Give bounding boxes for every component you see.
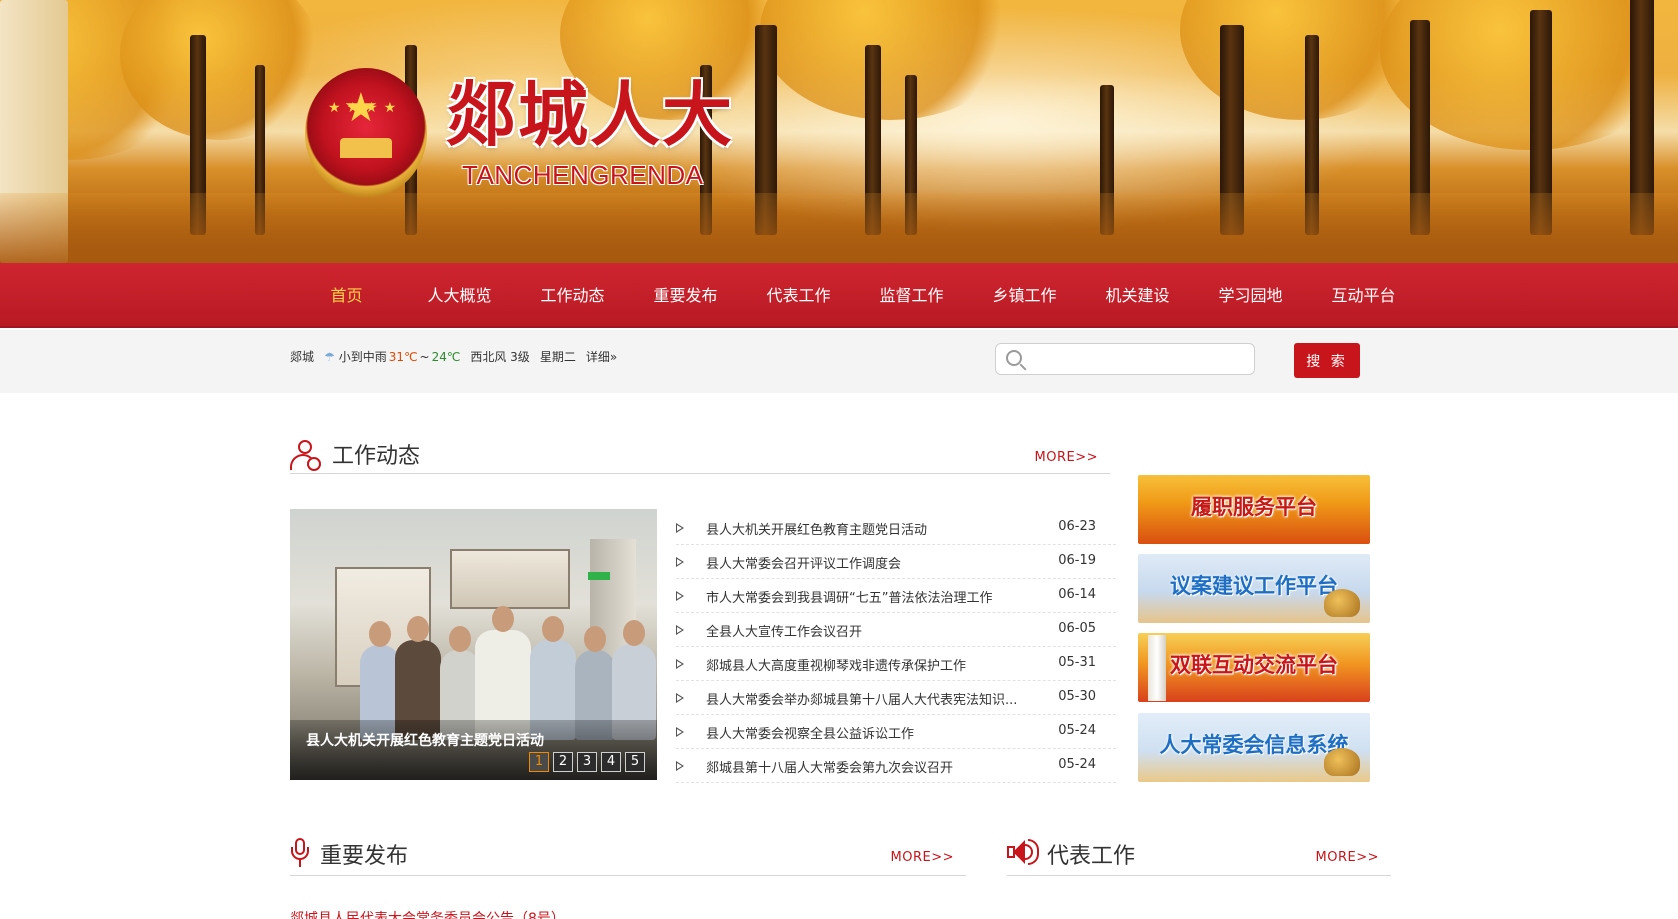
news-date: 06-23 xyxy=(1058,519,1096,534)
weather-temp-high: 31℃ xyxy=(388,349,418,364)
stone-lion-icon xyxy=(1324,589,1360,617)
news-title[interactable]: 郯城县第十八届人大常委会第九次会议召开 xyxy=(706,757,1026,776)
news-date: 06-14 xyxy=(1058,587,1096,602)
slideshow-page-1[interactable]: 1 xyxy=(529,752,549,772)
platform-tile-duty-service[interactable]: 履职服务平台 xyxy=(1138,475,1370,544)
work-news-list: 县人大机关开展红色教育主题党日活动 06-23 县人大常委会召开评议工作调度会 … xyxy=(676,511,1116,783)
work-news-more-link[interactable]: MORE>> xyxy=(1035,450,1098,465)
emblem-small-stars-icon: ★★★★ xyxy=(328,100,403,116)
emblem-gate-icon xyxy=(340,138,392,158)
list-item[interactable]: 县人大常委会举办郯城县第十八届人大代表宪法知识... 05-30 xyxy=(676,681,1116,715)
news-title[interactable]: 县人大常委会召开评议工作调度会 xyxy=(706,553,1026,572)
news-date: 05-31 xyxy=(1058,655,1096,670)
news-date: 05-30 xyxy=(1058,689,1096,704)
slideshow-page-3[interactable]: 3 xyxy=(577,752,597,772)
exhibit-board xyxy=(450,549,570,609)
triangle-bullet-icon xyxy=(676,557,684,567)
leaf-ground xyxy=(0,193,1678,263)
nav-item-learning[interactable]: 学习园地 xyxy=(1194,263,1307,328)
platform-tile-label: 履职服务平台 xyxy=(1191,495,1317,519)
slideshow-page-5[interactable]: 5 xyxy=(625,752,645,772)
news-slideshow[interactable]: 县人大机关开展红色教育主题党日活动 1 2 3 4 5 xyxy=(290,509,657,780)
news-title[interactable]: 县人大机关开展红色教育主题党日活动 xyxy=(706,519,1026,538)
slideshow-pager: 1 2 3 4 5 xyxy=(525,752,645,772)
list-item[interactable]: 县人大常委会召开评议工作调度会 06-19 xyxy=(676,545,1116,579)
deputy-work-title: 代表工作 xyxy=(1047,844,1136,869)
main-nav: 首页 人大概览 工作动态 重要发布 代表工作 监督工作 乡镇工作 机关建设 学习… xyxy=(0,263,1678,328)
nav-item-township[interactable]: 乡镇工作 xyxy=(968,263,1081,328)
platform-tile-label: 双联互动交流平台 xyxy=(1170,653,1338,677)
news-title[interactable]: 县人大常委会视察全县公益诉讼工作 xyxy=(706,723,1026,742)
site-logo-title[interactable]: 郯城人大 xyxy=(446,80,734,150)
news-title[interactable]: 市人大常委会到我县调研“七五”普法依法治理工作 xyxy=(706,587,1026,606)
nav-item-overview[interactable]: 人大概览 xyxy=(403,263,516,328)
important-release-title: 重要发布 xyxy=(320,844,409,869)
tree-canopy xyxy=(760,0,1020,120)
nav-item-home[interactable]: 首页 xyxy=(290,263,403,328)
list-item[interactable]: 县人大机关开展红色教育主题党日活动 06-23 xyxy=(676,511,1116,545)
triangle-bullet-icon xyxy=(676,761,684,771)
search-button[interactable]: 搜 索 xyxy=(1294,343,1360,378)
weather-weekday: 星期二 xyxy=(539,350,576,364)
news-date: 06-05 xyxy=(1058,621,1096,636)
nav-item-organ-building[interactable]: 机关建设 xyxy=(1081,263,1194,328)
news-date: 05-24 xyxy=(1058,757,1096,772)
deputy-work-header: 代表工作 MORE>> xyxy=(1007,836,1391,876)
important-release-header: 重要发布 MORE>> xyxy=(290,836,966,876)
slideshow-page-4[interactable]: 4 xyxy=(601,752,621,772)
nav-item-supervision[interactable]: 监督工作 xyxy=(855,263,968,328)
platform-tile-dual-link[interactable]: 双联互动交流平台 xyxy=(1138,633,1370,702)
list-item[interactable]: 市人大常委会到我县调研“七五”普法依法治理工作 06-14 xyxy=(676,579,1116,613)
search-input[interactable] xyxy=(1030,348,1246,370)
speaker-icon xyxy=(1007,838,1039,866)
weather-temp-separator: ~ xyxy=(419,349,430,364)
info-bar: 郯城 ☂ 小到中雨 31℃ ~ 24℃ 西北风 3级 星期二 详细» 搜 索 xyxy=(0,330,1678,393)
triangle-bullet-icon xyxy=(676,625,684,635)
search-box xyxy=(995,343,1255,375)
nav-item-important-release[interactable]: 重要发布 xyxy=(629,263,742,328)
header-banner: ★ ★★★★ 郯城人大 TANCHENGRENDA xyxy=(0,0,1678,263)
deputy-work-more-link[interactable]: MORE>> xyxy=(1316,850,1379,865)
news-title[interactable]: 县人大常委会举办郯城县第十八届人大代表宪法知识... xyxy=(706,689,1026,708)
list-item[interactable]: 郯城县人民代表大会常务委员会公告（8号） xyxy=(290,908,565,919)
triangle-bullet-icon xyxy=(676,727,684,737)
list-item[interactable]: 郯城县第十八届人大常委会第九次会议召开 05-24 xyxy=(676,749,1116,783)
news-title[interactable]: 郯城县人大高度重视柳琴戏非遗传承保护工作 xyxy=(706,655,1026,674)
nav-item-interaction[interactable]: 互动平台 xyxy=(1307,263,1420,328)
weather-wind: 西北风 3级 xyxy=(470,350,530,364)
platform-tile-proposal[interactable]: 议案建议工作平台 xyxy=(1138,554,1370,623)
weather-widget: 郯城 ☂ 小到中雨 31℃ ~ 24℃ 西北风 3级 星期二 详细» xyxy=(290,348,627,365)
list-item[interactable]: 县人大常委会视察全县公益诉讼工作 05-24 xyxy=(676,715,1116,749)
slideshow-caption[interactable]: 县人大机关开展红色教育主题党日活动 xyxy=(306,730,544,750)
search-icon xyxy=(1006,350,1022,366)
person-chat-icon xyxy=(290,440,322,472)
news-date: 05-24 xyxy=(1058,723,1096,738)
site-logo-subtitle: TANCHENGRENDA xyxy=(462,160,704,190)
microphone-icon xyxy=(290,838,310,868)
weather-condition: 小到中雨 xyxy=(338,350,387,364)
triangle-bullet-icon xyxy=(676,659,684,669)
list-item[interactable]: 全县人大宣传工作会议召开 06-05 xyxy=(676,613,1116,647)
work-news-title: 工作动态 xyxy=(332,444,421,469)
weather-temp-low: 24℃ xyxy=(431,349,461,364)
important-release-more-link[interactable]: MORE>> xyxy=(891,850,954,865)
slideshow-page-2[interactable]: 2 xyxy=(553,752,573,772)
work-news-header: 工作动态 MORE>> xyxy=(290,440,1110,474)
news-date: 06-19 xyxy=(1058,553,1096,568)
weather-detail-link[interactable]: 详细» xyxy=(586,348,617,365)
stone-lion-icon xyxy=(1324,748,1360,776)
main-nav-items: 首页 人大概览 工作动态 重要发布 代表工作 监督工作 乡镇工作 机关建设 学习… xyxy=(290,263,1420,328)
list-item[interactable]: 郯城县人大高度重视柳琴戏非遗传承保护工作 05-31 xyxy=(676,647,1116,681)
nav-item-deputy-work[interactable]: 代表工作 xyxy=(742,263,855,328)
nav-item-work-news[interactable]: 工作动态 xyxy=(516,263,629,328)
platform-tile-info-system[interactable]: 人大常委会信息系统 xyxy=(1138,713,1370,782)
triangle-bullet-icon xyxy=(676,693,684,703)
news-title[interactable]: 全县人大宣传工作会议召开 xyxy=(706,621,1026,640)
triangle-bullet-icon xyxy=(676,591,684,601)
exit-sign xyxy=(588,572,610,580)
rain-cloud-icon: ☂ xyxy=(324,349,335,364)
weather-city: 郯城 xyxy=(290,350,315,364)
triangle-bullet-icon xyxy=(676,523,684,533)
